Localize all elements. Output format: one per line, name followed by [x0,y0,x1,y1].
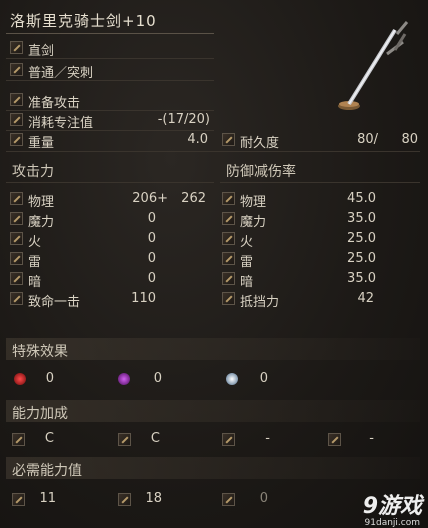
intelligence-requirement: 0 [259,491,268,506]
weapon-image [338,21,409,110]
dexterity-requirement: 18 [145,491,162,506]
bleed-value: 0 [45,371,54,386]
divider [220,182,420,183]
durability-label: 耐久度 [240,136,280,151]
fp-cost-icon [10,113,23,126]
divider [6,182,214,183]
defense-value: 25.0 [347,231,376,246]
divider [6,151,420,152]
item-info-panel: 洛斯里克骑士剑+10 直剑 普通／突刺 准备攻击 消耗专注值 -(17/20) … [0,0,428,528]
strength-icon [12,493,25,506]
attack-label: 魔力 [28,215,55,230]
faith-icon [328,433,341,446]
frost-value: 0 [259,371,268,386]
dexterity-scaling: C [150,431,160,446]
durability-icon [222,133,235,146]
defense-label: 暗 [240,275,254,290]
attack-label: 雷 [28,255,42,270]
skill-label: 准备攻击 [28,96,81,111]
bleed-icon [14,373,26,385]
fire-icon [10,232,23,245]
magic-icon [10,212,23,225]
defense-label: 魔力 [240,215,267,230]
attack-value: 206+ [132,191,168,206]
frost-icon [226,373,238,385]
sword-icon [10,192,23,205]
lightning-icon [10,252,23,265]
attack-value: 0 [147,271,156,286]
attack-type-icon [10,63,23,76]
attack-value: 0 [147,231,156,246]
watermark-site: 91danji.com [364,518,420,528]
intelligence-icon [222,433,235,446]
fp-cost-value: -(17/20) [157,112,210,127]
durability-current: 80/ [357,132,378,147]
shield-icon [222,192,235,205]
dark-shield-icon [222,272,235,285]
attack-bonus-value: 262 [181,191,206,206]
attack-header: 攻击力 [12,164,54,180]
attack-value: 0 [147,251,156,266]
weight-value: 4.0 [187,132,208,147]
attack-label: 致命一击 [28,295,81,310]
requirements-header: 必需能力值 [12,463,82,479]
watermark-logo: 9游戏 [362,494,422,519]
defense-label: 火 [240,235,254,250]
dark-icon [10,272,23,285]
defense-value: 35.0 [347,271,376,286]
defense-value: 35.0 [347,211,376,226]
strength-requirement: 11 [39,491,56,506]
weight-label: 重量 [28,136,55,151]
divider [6,58,214,59]
defense-value: 25.0 [347,251,376,266]
defense-label: 物理 [240,195,267,210]
faith-scaling: - [369,431,374,446]
weight-icon [10,133,23,146]
dexterity-icon [118,493,131,506]
durability-max: 80 [401,132,418,147]
poison-value: 0 [153,371,162,386]
divider [6,80,214,81]
special-effects-header: 特殊效果 [12,344,68,360]
dexterity-icon [118,433,131,446]
magic-shield-icon [222,212,235,225]
defense-value: 42 [357,291,374,306]
fire-shield-icon [222,232,235,245]
attack-label: 火 [28,235,42,250]
intelligence-icon [222,493,235,506]
attack-value: 0 [147,211,156,226]
strength-scaling: C [44,431,54,446]
skill-icon [10,93,23,106]
section-bar [6,338,420,360]
attack-type-label: 普通／突刺 [28,66,94,81]
stability-icon [222,292,235,305]
title-divider [6,33,214,34]
poison-icon [118,373,130,385]
attack-label: 暗 [28,275,42,290]
defense-label: 雷 [240,255,254,270]
defense-header: 防御减伤率 [226,164,296,180]
scaling-header: 能力加成 [12,406,68,422]
section-bar [6,400,420,422]
weapon-type-icon [10,41,23,54]
attack-label: 物理 [28,195,55,210]
fp-cost-label: 消耗专注值 [28,116,94,131]
intelligence-scaling: - [265,431,270,446]
critical-icon [10,292,23,305]
strength-icon [12,433,25,446]
attack-value: 110 [131,291,156,306]
defense-label: 抵挡力 [240,295,280,310]
defense-value: 45.0 [347,191,376,206]
weapon-title: 洛斯里克骑士剑+10 [10,12,157,30]
lightning-shield-icon [222,252,235,265]
divider [6,110,214,111]
divider [6,130,214,131]
weapon-type-label: 直剑 [28,44,55,59]
